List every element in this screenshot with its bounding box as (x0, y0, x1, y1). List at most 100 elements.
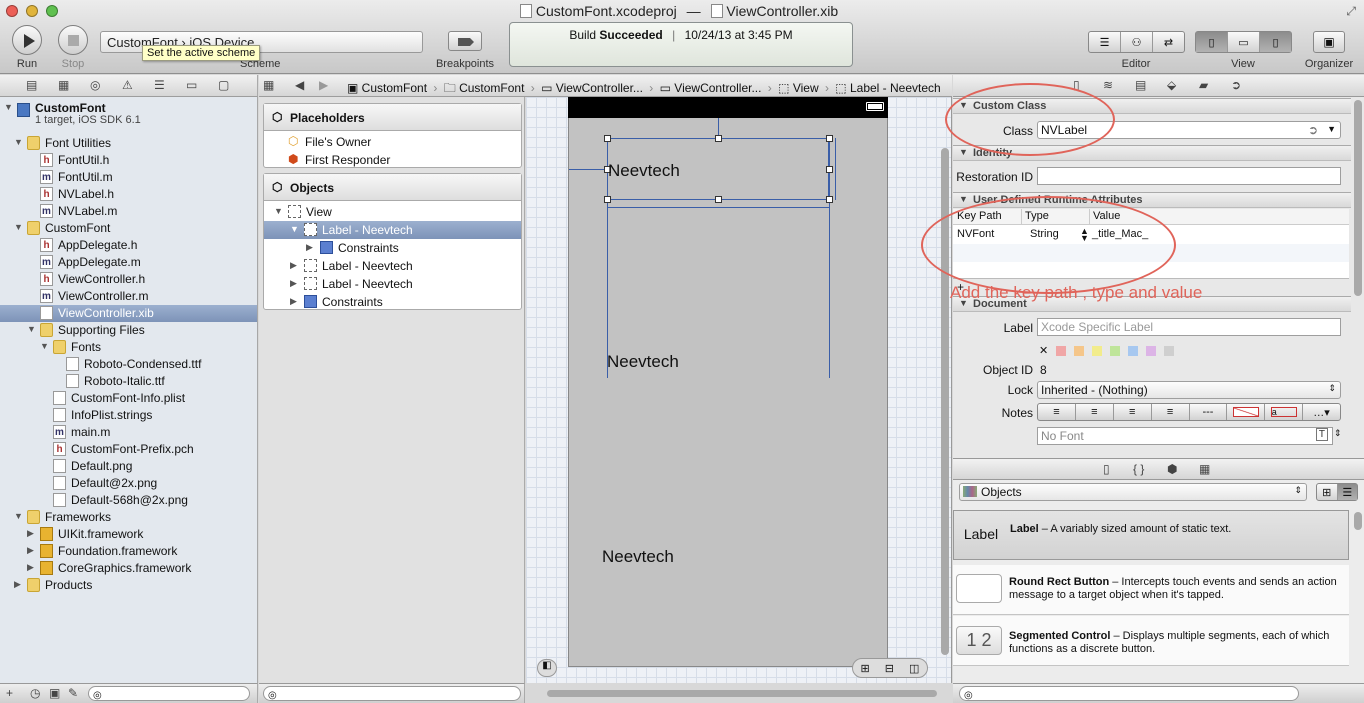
grid-view-icon[interactable]: ⊞ (1317, 484, 1338, 500)
attributes-inspector-icon[interactable]: ⬙ (1167, 78, 1176, 92)
navigator-item[interactable]: h CustomFont-Prefix.pch (0, 441, 257, 458)
breadcrumb-view[interactable]: ⬚ View (778, 81, 818, 95)
quick-help-icon[interactable]: ≋ (1103, 78, 1113, 92)
add-icon[interactable]: + (6, 686, 13, 700)
resize-handle[interactable] (604, 196, 611, 203)
navigator-item[interactable]: ▶ Foundation.framework (0, 543, 257, 560)
align-left-icon[interactable]: ≡ (1038, 404, 1076, 420)
disclosure-closed-icon[interactable]: ▶ (290, 296, 297, 307)
disclosure-closed-icon[interactable]: ▶ (27, 545, 34, 556)
disclosure-open-icon[interactable]: ▼ (290, 224, 299, 234)
navigator-item[interactable]: ▼ CustomFont 1 target, iOS SDK 6.1 (0, 100, 257, 130)
navigator-item[interactable]: ▶ Products (0, 577, 257, 594)
project-navigator-icon[interactable]: ▤ (26, 78, 37, 92)
library-scrollbar[interactable] (1354, 512, 1362, 530)
stop-button[interactable] (58, 25, 88, 55)
line-spacing-icon[interactable]: --- (1190, 404, 1228, 420)
breadcrumb-xib[interactable]: ▭ ViewController... (660, 81, 762, 95)
navigator-item[interactable]: m ViewController.m (0, 288, 257, 305)
resize-handle[interactable] (826, 135, 833, 142)
font-picker-icon[interactable]: T (1315, 428, 1328, 441)
navigator-item[interactable]: ▼ Frameworks (0, 509, 257, 526)
outline-object-item[interactable]: ▼ Label - Neevtech (264, 221, 521, 239)
justify-icon[interactable]: ≡ (1152, 404, 1190, 420)
breadcrumb-group[interactable]: 🗀 CustomFont (444, 81, 525, 95)
navigator-item[interactable]: ▼ Supporting Files (0, 322, 257, 339)
list-view-icon[interactable]: ☰ (1337, 484, 1357, 500)
library-filter-input[interactable]: ◎ (959, 686, 1299, 701)
disclosure-open-icon[interactable]: ▼ (14, 511, 23, 521)
size-inspector-icon[interactable]: ▰ (1199, 78, 1208, 92)
navigator-item[interactable]: m NVLabel.m (0, 203, 257, 220)
align-center-icon[interactable]: ≡ (1076, 404, 1114, 420)
disclosure-open-icon[interactable]: ▼ (27, 324, 36, 334)
outline-filter-input[interactable]: ◎ (263, 686, 521, 701)
utilities-toggle-icon[interactable]: ▯ (1260, 32, 1291, 52)
align-right-icon[interactable]: ≡ (1114, 404, 1152, 420)
fullscreen-icon[interactable]: ⤢ (1346, 4, 1356, 19)
inspector-scrollbar[interactable] (1354, 100, 1362, 296)
disclosure-closed-icon[interactable]: ▶ (290, 260, 297, 271)
navigator-item[interactable]: Default.png (0, 458, 257, 475)
navigator-item[interactable]: ▶ CoreGraphics.framework (0, 560, 257, 577)
breakpoint-navigator-icon[interactable]: ▭ (186, 78, 197, 92)
log-navigator-icon[interactable]: ▢ (218, 78, 229, 92)
navigator-item[interactable]: Default-568h@2x.png (0, 492, 257, 509)
disclosure-open-icon[interactable]: ▼ (274, 206, 283, 216)
navigator-item[interactable]: ViewController.xib (0, 305, 257, 322)
navigator-item[interactable]: ▼ CustomFont (0, 220, 257, 237)
file-template-icon[interactable]: ▯ (1103, 462, 1110, 476)
navigator-item[interactable]: CustomFont-Info.plist (0, 390, 257, 407)
view-segmented-control[interactable]: ▯ ▭ ▯ (1195, 31, 1292, 53)
outline-toggle-button[interactable]: ◧ (537, 659, 557, 677)
navigator-item[interactable]: Roboto-Italic.ttf (0, 373, 257, 390)
navigator-item[interactable]: ▶ UIKit.framework (0, 526, 257, 543)
run-button[interactable] (12, 25, 42, 55)
breadcrumb-label[interactable]: ⬚ Label - Neevtech (835, 81, 940, 95)
navigator-item[interactable]: h AppDelegate.h (0, 237, 257, 254)
outline-object-item[interactable]: ▶ Constraints (264, 239, 521, 257)
navigator-item[interactable]: m FontUtil.m (0, 169, 257, 186)
symbol-navigator-icon[interactable]: ▦ (58, 78, 69, 92)
color-swatch-gray[interactable] (1164, 345, 1175, 356)
version-editor-icon[interactable]: ⇄ (1153, 32, 1184, 52)
library-item-label[interactable]: Label Label – A variably sized amount of… (953, 510, 1349, 560)
navigator-item[interactable]: h ViewController.h (0, 271, 257, 288)
outline-object-item[interactable]: ▶ Label - Neevtech (264, 257, 521, 275)
navigator-item[interactable]: m AppDelegate.m (0, 254, 257, 271)
debug-area-toggle-icon[interactable]: ▭ (1228, 32, 1260, 52)
related-items-icon[interactable]: ▦ (263, 78, 274, 92)
assistant-editor-icon[interactable]: ⚇ (1121, 32, 1153, 52)
outline-object-item[interactable]: ▶ Label - Neevtech (264, 275, 521, 293)
disclosure-closed-icon[interactable]: ▶ (290, 278, 297, 289)
navigator-item[interactable]: Default@2x.png (0, 475, 257, 492)
font-stepper-icon[interactable]: ⇕ (1334, 428, 1342, 439)
issue-navigator-icon[interactable]: ⚠ (122, 78, 133, 92)
source-control-icon[interactable]: ▣ (49, 686, 60, 700)
back-arrow-icon[interactable]: ◀ (295, 78, 304, 92)
color-swatch-red[interactable] (1056, 345, 1067, 356)
connections-inspector-icon[interactable]: ➲ (1231, 78, 1241, 92)
clear-color-icon[interactable]: ✕ (1039, 344, 1048, 357)
color-swatch-yellow[interactable] (1092, 345, 1103, 356)
navigator-item[interactable]: ▼ Fonts (0, 339, 257, 356)
more-options-icon[interactable]: …▾ (1303, 404, 1340, 420)
align-icon[interactable]: ⊞ (861, 662, 870, 675)
canvas-label-1[interactable]: Neevtech (608, 161, 680, 181)
disclosure-closed-icon[interactable]: ▶ (306, 242, 313, 253)
resize-handle[interactable] (826, 166, 833, 173)
navigator-item[interactable]: Roboto-Condensed.ttf (0, 356, 257, 373)
breadcrumb-file[interactable]: ▭ ViewController... (541, 81, 643, 95)
navigator-item[interactable]: ▼ Font Utilities (0, 135, 257, 152)
outline-item-first-responder[interactable]: ⬢ First Responder (264, 151, 521, 169)
breadcrumb-project[interactable]: ▣ CustomFont (347, 81, 427, 95)
canvas-label-3[interactable]: Neevtech (602, 547, 674, 567)
canvas-horizontal-scrollbar[interactable] (547, 690, 937, 697)
identity-inspector-icon[interactable]: ▤ (1135, 78, 1146, 92)
media-library-icon[interactable]: ▦ (1199, 462, 1210, 476)
navigator-item[interactable]: h NVLabel.h (0, 186, 257, 203)
close-window-button[interactable] (6, 5, 18, 17)
resize-handle[interactable] (715, 135, 722, 142)
forward-arrow-icon[interactable]: ▶ (319, 78, 328, 92)
code-snippet-icon[interactable]: { } (1133, 462, 1144, 476)
